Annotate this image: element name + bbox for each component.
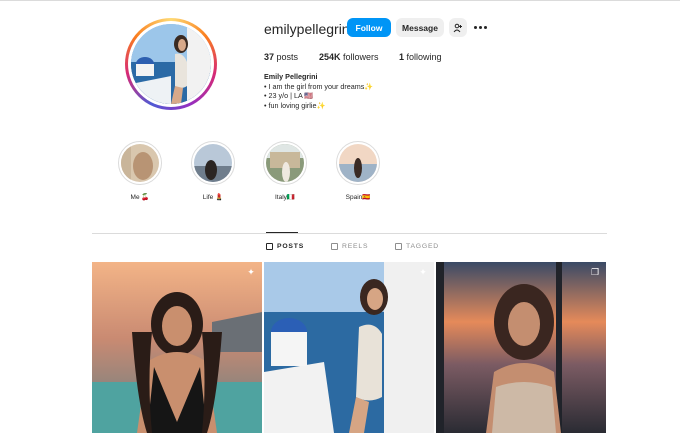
tab-posts[interactable]: POSTS xyxy=(266,243,304,250)
tab-label: POSTS xyxy=(277,243,305,250)
tagged-icon xyxy=(395,243,402,250)
followers-label: followers xyxy=(343,52,379,62)
highlight-image xyxy=(339,144,377,182)
post-image xyxy=(264,262,434,433)
pin-icon: ✦ xyxy=(419,267,427,277)
bio-name: Emily Pellegrini xyxy=(264,72,318,81)
highlight-label: Me 🍒 xyxy=(130,194,150,201)
person-add-icon xyxy=(453,23,462,32)
highlight-image xyxy=(121,144,159,182)
post-tile[interactable]: ✦ xyxy=(264,262,434,433)
highlight-italy[interactable]: Italy🇮🇹 xyxy=(262,141,308,201)
tab-reels[interactable]: REELS xyxy=(331,243,368,250)
highlight-label: Spain🇪🇸 xyxy=(345,194,371,201)
highlight-me[interactable]: Me 🍒 xyxy=(117,141,163,201)
posts-stat[interactable]: 37 posts xyxy=(264,52,298,62)
followers-count: 254K xyxy=(319,52,341,62)
posts-count: 37 xyxy=(264,52,275,62)
tab-label: TAGGED xyxy=(406,243,439,250)
avatar-image xyxy=(131,24,211,104)
highlight-image xyxy=(194,144,232,182)
following-label: following xyxy=(406,52,442,62)
tabs-divider xyxy=(92,233,607,234)
highlight-label: Life 💄 xyxy=(202,194,224,201)
post-tile[interactable]: ✦ xyxy=(92,262,262,433)
pin-icon: ✦ xyxy=(247,267,255,277)
tab-tagged[interactable]: TAGGED xyxy=(395,243,439,250)
bio-line: • 23 y/o | LA 🇺🇸 xyxy=(264,91,314,101)
message-button[interactable]: Message xyxy=(396,18,444,37)
followers-stat[interactable]: 254K followers xyxy=(319,52,379,62)
following-count: 1 xyxy=(399,52,405,62)
post-tile[interactable]: ❐ xyxy=(436,262,606,433)
tab-label: REELS xyxy=(342,243,369,250)
highlight-spain[interactable]: Spain🇪🇸 xyxy=(335,141,381,201)
top-border xyxy=(0,0,680,1)
more-options-icon[interactable] xyxy=(474,20,488,34)
posts-label: posts xyxy=(276,52,299,62)
bio-line: • I am the girl from your dreams✨ xyxy=(264,81,374,91)
post-image xyxy=(92,262,262,433)
highlight-image xyxy=(266,144,304,182)
follow-button[interactable]: Follow xyxy=(347,18,391,37)
profile-avatar[interactable] xyxy=(125,18,217,110)
reels-icon xyxy=(331,243,338,250)
profile-username: emilypellegrini xyxy=(264,21,353,37)
highlight-life[interactable]: Life 💄 xyxy=(190,141,236,201)
grid-icon xyxy=(266,243,273,250)
profile-bio: Emily Pellegrini • I am the girl from yo… xyxy=(264,72,373,110)
following-stat[interactable]: 1 following xyxy=(399,52,442,62)
post-image xyxy=(436,262,606,433)
highlight-label: Italy🇮🇹 xyxy=(274,194,295,201)
suggested-accounts-button[interactable] xyxy=(449,18,467,37)
active-tab-indicator xyxy=(266,232,298,233)
bio-line: • fun loving girlie✨ xyxy=(264,100,326,110)
carousel-icon: ❐ xyxy=(590,267,600,277)
